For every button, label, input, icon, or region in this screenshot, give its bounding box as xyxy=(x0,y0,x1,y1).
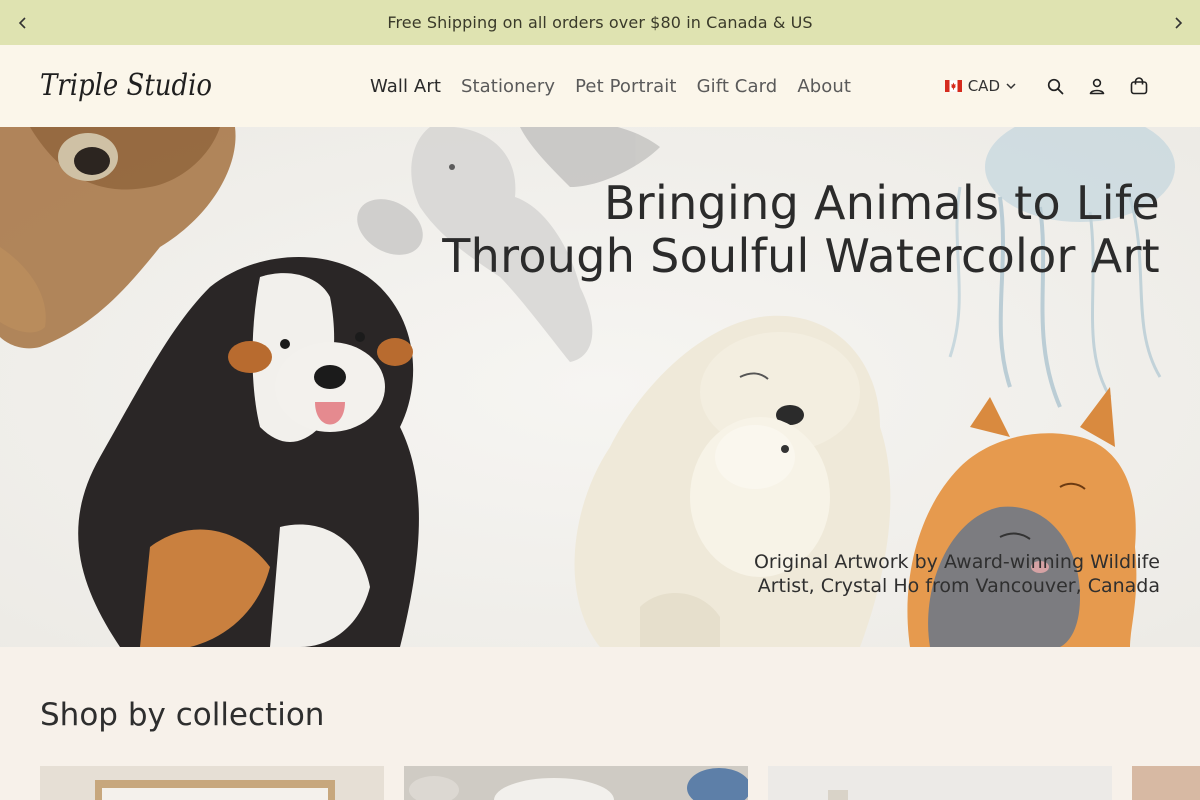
cart-button[interactable] xyxy=(1118,65,1160,107)
announcement-next-button[interactable] xyxy=(1155,0,1200,45)
main-nav: Wall Art Stationery Pet Portrait Gift Ca… xyxy=(370,45,851,127)
announcement-prev-button[interactable] xyxy=(0,0,45,45)
hero-title: Bringing Animals to Life Through Soulful… xyxy=(400,177,1160,283)
collection-card[interactable] xyxy=(404,766,748,800)
hero-banner[interactable]: Bringing Animals to Life Through Soulful… xyxy=(0,127,1200,647)
logo-text: Triple Studio xyxy=(40,68,212,103)
logo-wordmark: Triple Studio xyxy=(40,68,212,103)
collection-heading: Shop by collection xyxy=(40,697,325,733)
nav-gift-card[interactable]: Gift Card xyxy=(697,76,778,97)
currency-label: CAD xyxy=(967,77,1000,95)
canada-flag-icon xyxy=(944,80,962,92)
chevron-left-icon xyxy=(18,16,26,29)
collection-card-image xyxy=(40,766,384,800)
hero-title-line-1: Bringing Animals to Life xyxy=(603,176,1160,230)
account-button[interactable] xyxy=(1076,65,1118,107)
hero-subtitle-line-2: Artist, Crystal Ho from Vancouver, Canad… xyxy=(757,575,1160,597)
search-icon xyxy=(1047,78,1063,94)
collection-card[interactable] xyxy=(1132,766,1200,800)
chevron-right-icon xyxy=(1174,16,1182,29)
hero-subtitle: Original Artwork by Award-winning Wildli… xyxy=(700,550,1160,598)
currency-selector[interactable]: CAD xyxy=(944,77,1016,95)
announcement-text: Free Shipping on all orders over $80 in … xyxy=(387,13,813,32)
account-icon xyxy=(1089,78,1105,94)
search-button[interactable] xyxy=(1034,65,1076,107)
nav-pet-portrait[interactable]: Pet Portrait xyxy=(575,76,676,97)
announcement-bar: Free Shipping on all orders over $80 in … xyxy=(0,0,1200,45)
collection-card[interactable] xyxy=(40,766,384,800)
nav-wall-art[interactable]: Wall Art xyxy=(370,76,441,97)
nav-stationery[interactable]: Stationery xyxy=(461,76,555,97)
collection-card-image xyxy=(404,766,748,800)
header-utilities: CAD xyxy=(944,45,1160,127)
nav-about[interactable]: About xyxy=(797,76,851,97)
chevron-down-icon xyxy=(1006,83,1016,90)
collection-card-image xyxy=(1132,766,1200,800)
collection-card[interactable] xyxy=(768,766,1112,800)
hero-title-line-2: Through Soulful Watercolor Art xyxy=(442,229,1160,283)
bag-icon xyxy=(1130,77,1148,95)
logo[interactable]: Triple Studio xyxy=(40,57,216,113)
collection-card-image xyxy=(768,766,1112,800)
hero-subtitle-line-1: Original Artwork by Award-winning Wildli… xyxy=(753,551,1160,573)
site-header: Triple Studio Wall Art Stationery Pet Po… xyxy=(0,45,1200,127)
collection-cards xyxy=(40,766,1200,800)
